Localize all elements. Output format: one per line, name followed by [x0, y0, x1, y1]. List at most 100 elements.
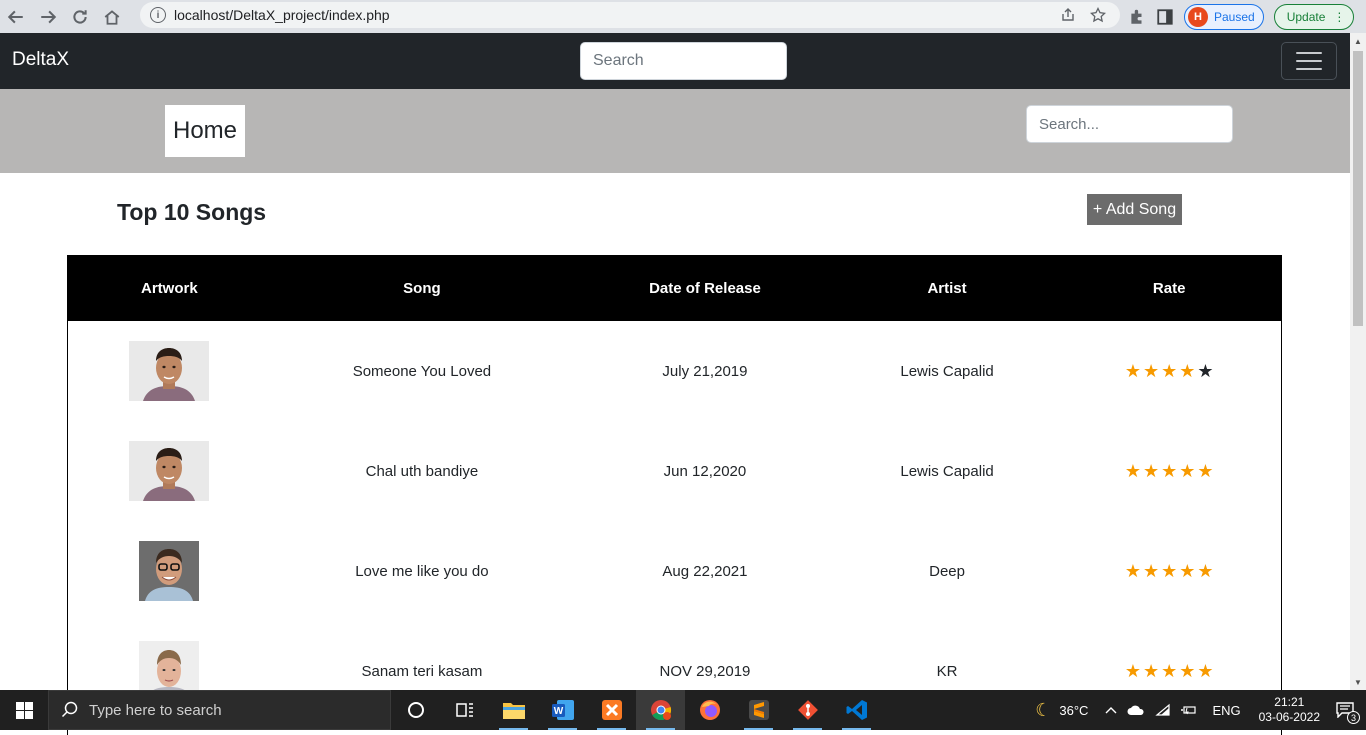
rating-stars[interactable]: ★ ★ ★ ★ ★	[1125, 362, 1214, 380]
star-icon[interactable]: ★	[1125, 662, 1141, 680]
column-header-date: Date of Release	[649, 279, 761, 297]
star-icon[interactable]: ★	[1179, 462, 1195, 480]
release-date: Jun 12,2020	[663, 462, 747, 480]
add-song-button[interactable]: + Add Song	[1087, 194, 1182, 225]
more-menu-icon: ⋮	[1333, 9, 1346, 24]
song-search-input[interactable]	[1026, 105, 1233, 143]
star-icon[interactable]: ★	[1197, 562, 1213, 580]
side-panel-icon[interactable]	[1156, 8, 1174, 26]
page-title: Top 10 Songs	[117, 199, 267, 225]
star-icon[interactable]: ★	[1197, 462, 1213, 480]
share-icon[interactable]	[1060, 7, 1076, 23]
songs-table: Artwork Song Date of Release Artist Rate…	[67, 255, 1282, 735]
song-title: Someone You Loved	[352, 362, 492, 380]
home-link[interactable]: Home	[165, 105, 245, 157]
address-bar[interactable]: i localhost/DeltaX_project/index.php	[140, 2, 1120, 28]
battery-icon[interactable]	[1176, 704, 1202, 716]
taskbar-clock[interactable]: 21:21 03-06-2022	[1251, 695, 1328, 725]
column-header-artist: Artist	[927, 279, 967, 297]
profile-status: Paused	[1214, 9, 1255, 24]
song-title: Love me like you do	[355, 562, 489, 580]
star-icon[interactable]: ★	[1125, 562, 1141, 580]
artist-name: Lewis Capalid	[900, 462, 994, 480]
sublime-text-icon[interactable]	[734, 690, 783, 730]
profile-button[interactable]: H Paused	[1184, 3, 1264, 30]
release-date: July 21,2019	[662, 362, 748, 380]
firefox-icon[interactable]	[685, 690, 734, 730]
chrome-icon[interactable]	[636, 690, 685, 730]
scroll-thumb[interactable]	[1353, 51, 1363, 326]
language-indicator[interactable]: ENG	[1202, 703, 1250, 718]
star-icon[interactable]: ★	[1161, 662, 1177, 680]
taskbar-search-box[interactable]: Type here to search	[48, 690, 391, 730]
artist-name: Deep	[929, 562, 965, 580]
star-icon[interactable]: ★	[1125, 462, 1141, 480]
song-title: Chal uth bandiye	[365, 462, 479, 480]
navbar-toggler-button[interactable]	[1281, 42, 1337, 80]
notification-center-icon[interactable]: 3	[1328, 702, 1366, 724]
update-button[interactable]: Update ⋮	[1273, 3, 1355, 30]
forward-icon[interactable]	[32, 3, 64, 31]
star-icon[interactable]: ★	[1161, 362, 1177, 380]
browser-toolbar: i localhost/DeltaX_project/index.php H P…	[0, 0, 1366, 33]
home-icon[interactable]	[96, 3, 128, 31]
vscode-icon[interactable]	[832, 690, 881, 730]
site-navbar: DeltaX	[0, 33, 1350, 89]
scroll-up-icon[interactable]: ▲	[1350, 33, 1366, 49]
brand-logo[interactable]: DeltaX	[12, 49, 69, 71]
star-icon[interactable]: ★	[1197, 662, 1213, 680]
rating-stars[interactable]: ★ ★ ★ ★ ★	[1125, 562, 1214, 580]
artist-name: KR	[936, 662, 958, 680]
back-icon[interactable]	[0, 3, 32, 31]
system-tray: ☾ 36°C ENG 21:21 03-06-2022 3	[1030, 690, 1366, 730]
git-icon[interactable]	[783, 690, 832, 730]
star-icon[interactable]: ★	[1125, 362, 1141, 380]
rating-stars[interactable]: ★ ★ ★ ★ ★	[1125, 662, 1214, 680]
star-icon[interactable]: ★	[1161, 462, 1177, 480]
star-icon[interactable]: ★	[1197, 362, 1213, 380]
table-header: Artwork Song Date of Release Artist Rate	[68, 255, 1281, 321]
site-info-icon[interactable]: i	[150, 7, 166, 23]
star-icon[interactable]: ★	[1143, 662, 1159, 680]
windows-start-icon[interactable]	[0, 690, 48, 730]
star-icon[interactable]: ★	[1179, 662, 1195, 680]
bookmark-star-icon[interactable]	[1090, 7, 1106, 23]
star-icon[interactable]: ★	[1161, 562, 1177, 580]
release-date: NOV 29,2019	[659, 662, 751, 680]
word-icon[interactable]: W	[538, 690, 587, 730]
svg-text:W: W	[553, 706, 563, 717]
star-icon[interactable]: ★	[1143, 462, 1159, 480]
release-date: Aug 22,2021	[662, 562, 748, 580]
rating-stars[interactable]: ★ ★ ★ ★ ★	[1125, 462, 1214, 480]
xampp-icon[interactable]	[587, 690, 636, 730]
cortana-icon[interactable]	[391, 690, 440, 730]
notification-count: 3	[1347, 711, 1360, 724]
column-header-song: Song	[403, 279, 441, 297]
extensions-icon[interactable]	[1128, 8, 1146, 26]
star-icon[interactable]: ★	[1179, 362, 1195, 380]
file-explorer-icon[interactable]	[489, 690, 538, 730]
task-view-icon[interactable]	[440, 690, 489, 730]
clock-time: 21:21	[1274, 695, 1305, 709]
weather-widget[interactable]: ☾ 36°C	[1030, 700, 1093, 721]
scroll-down-icon[interactable]: ▼	[1350, 674, 1366, 690]
hamburger-icon	[1296, 52, 1322, 54]
table-row: Love me like you do Aug 22,2021 Deep ★ ★ ★…	[68, 521, 1281, 621]
star-icon[interactable]: ★	[1143, 362, 1159, 380]
reload-icon[interactable]	[64, 3, 96, 31]
page-scrollbar[interactable]: ▲ ▼	[1350, 33, 1366, 690]
url-text: localhost/DeltaX_project/index.php	[174, 7, 390, 23]
wifi-icon[interactable]	[1150, 703, 1176, 717]
star-icon[interactable]: ★	[1143, 562, 1159, 580]
column-header-artwork: Artwork	[140, 279, 198, 297]
navbar-search-input[interactable]	[580, 42, 787, 80]
update-label: Update	[1286, 9, 1326, 24]
artwork-image	[139, 541, 200, 601]
artwork-image	[129, 441, 210, 501]
star-icon[interactable]: ★	[1179, 562, 1195, 580]
clock-date: 03-06-2022	[1258, 710, 1320, 724]
profile-avatar: H	[1188, 6, 1208, 27]
artwork-image	[129, 341, 210, 401]
onedrive-icon[interactable]	[1122, 704, 1150, 716]
chevron-up-icon[interactable]	[1093, 706, 1122, 714]
